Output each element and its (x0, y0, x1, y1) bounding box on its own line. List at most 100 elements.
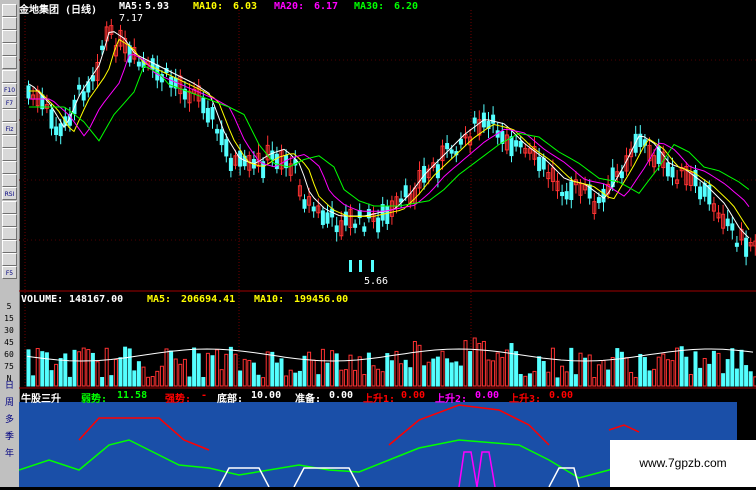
volume-bar (353, 369, 358, 387)
volume-bar (127, 348, 132, 387)
fiz-icon[interactable]: Fiz (2, 121, 17, 135)
f7-icon[interactable]: F7 (2, 95, 17, 109)
volume-bar (518, 373, 523, 387)
period-1[interactable]: 周 (0, 395, 19, 408)
volume-ma5-value: 206694.41 (181, 294, 236, 305)
volume-bar (270, 351, 275, 387)
candle-body (541, 157, 546, 170)
macd-icon[interactable] (2, 148, 17, 162)
f10-icon[interactable]: F10 (2, 82, 17, 96)
volume-bar (238, 370, 243, 387)
ma20-value: 6.17 (314, 1, 339, 12)
arrow-down-icon[interactable] (2, 239, 17, 253)
candle-body (219, 129, 224, 146)
period-3[interactable]: 季 (0, 429, 19, 442)
volume-bar (606, 369, 611, 387)
volume-bar (274, 362, 279, 387)
volume-bar (284, 375, 289, 387)
volume-bar (40, 351, 45, 387)
rise1-label: 上升1: (363, 394, 396, 405)
volume-bar (596, 364, 601, 387)
volume-bar (615, 348, 620, 387)
candle-body (472, 117, 477, 124)
volume-bar (334, 353, 339, 387)
volume-bar (307, 351, 312, 387)
grid-icon[interactable] (2, 108, 17, 122)
volume-bar (647, 370, 652, 387)
arrow-up-icon[interactable] (2, 200, 17, 214)
cursor-icon[interactable] (2, 4, 17, 17)
ma5-value: 5.93 (145, 1, 170, 12)
candle-body (730, 223, 735, 231)
candle-body (596, 197, 601, 204)
indicator-icon[interactable] (2, 69, 17, 83)
period-0[interactable]: 日 (0, 378, 19, 391)
arrow-left-icon[interactable] (2, 226, 17, 240)
watermark: www.7gpzb.com (610, 440, 756, 487)
volume-bar (118, 357, 123, 387)
period-4[interactable]: 年 (0, 446, 19, 459)
candle-body (54, 126, 59, 136)
candles (26, 18, 756, 272)
volume-bar (569, 347, 574, 387)
arrow-right-icon[interactable] (2, 213, 17, 227)
candle-body (325, 212, 330, 224)
volume-bar (698, 367, 703, 387)
refresh-icon[interactable] (2, 252, 17, 266)
volume-bar (426, 361, 431, 387)
rise2-label: 上升2: (435, 394, 468, 405)
volume-bar (141, 366, 146, 387)
candle-body (537, 156, 542, 172)
volume-bar (233, 353, 238, 387)
magnify-icon[interactable] (2, 17, 17, 31)
volume-bar (523, 375, 528, 387)
volume-bar (330, 350, 335, 387)
y-tick: 60 (4, 350, 14, 359)
volume-label: VOLUME: (21, 294, 64, 305)
rise3-value: 0.00 (549, 390, 574, 401)
period-2[interactable]: 多 (0, 412, 19, 425)
zoom-out-icon[interactable] (2, 30, 17, 44)
volume-bar (509, 343, 514, 387)
volume-bar (610, 357, 615, 387)
strong-label: 强势: (165, 394, 192, 405)
rise1-value: 0.00 (401, 390, 426, 401)
low-price-label: 5.66 (364, 276, 389, 287)
chart-area: 金地集团 (日线) MA5: 5.93 MA10: 6.03 MA20: 6.1… (18, 0, 756, 488)
volume-bar (261, 377, 266, 387)
candle-body (491, 114, 496, 124)
volume-bar (744, 365, 749, 387)
candle-icon[interactable] (2, 174, 17, 188)
volume-bar (716, 352, 721, 387)
volume-bar (58, 358, 63, 387)
volume-bar (77, 351, 82, 387)
volume-bar (412, 340, 417, 387)
y-tick: 5 (6, 302, 12, 311)
volume-bar (578, 352, 583, 387)
stock-name: 金地集团 (日线) (19, 5, 98, 16)
chart-type-icon[interactable] (2, 43, 17, 57)
f5-icon[interactable]: F5 (2, 266, 17, 279)
volume-bar (150, 375, 155, 387)
volume-bar (454, 361, 459, 387)
volume-bar (468, 351, 473, 387)
volume-bar (422, 365, 427, 387)
low-candle (349, 260, 352, 272)
volume-bar (164, 348, 169, 387)
line-chart-icon[interactable] (2, 56, 17, 70)
ma20-label: MA20: (274, 1, 305, 12)
volume-icon[interactable] (2, 135, 17, 148)
rsi-icon[interactable]: RSI (2, 187, 17, 201)
kdj-icon[interactable] (2, 161, 17, 175)
volume-bar (555, 377, 560, 387)
candle-body (362, 226, 367, 232)
volume-bar (100, 377, 105, 387)
volume-bar (684, 356, 689, 387)
volume-bar (458, 365, 463, 387)
volume-bar (265, 351, 270, 387)
volume-bar (537, 356, 542, 387)
volume-bar (316, 374, 321, 387)
volume-bar (109, 375, 114, 387)
candle-body (564, 191, 569, 200)
volume-bar (629, 371, 634, 387)
